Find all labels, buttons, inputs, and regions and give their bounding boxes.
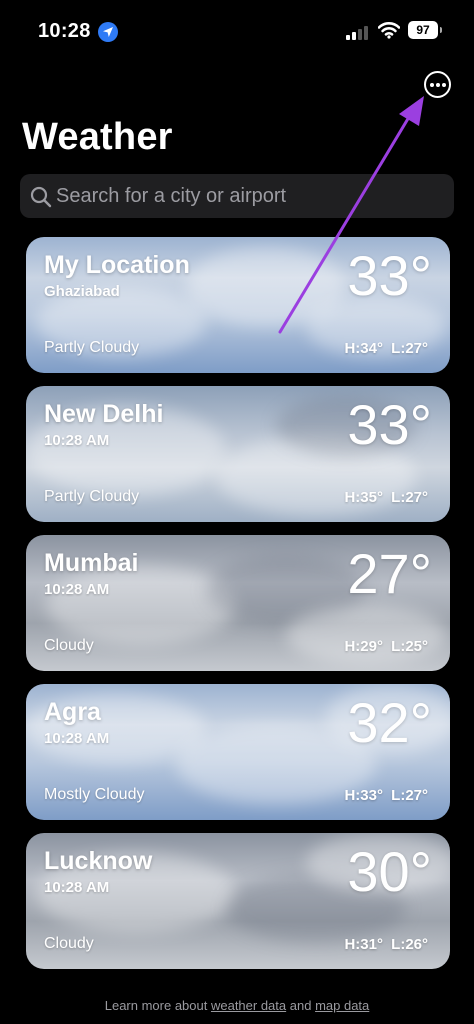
card-city-name: New Delhi: [44, 400, 164, 428]
card-high: H:34°: [344, 340, 383, 357]
card-temperature: 32°: [347, 691, 432, 754]
card-subtitle: 10:28 AM: [44, 879, 110, 896]
card-subtitle: 10:28 AM: [44, 730, 110, 747]
search-bar[interactable]: [20, 174, 454, 218]
card-high-low: H:35° L:27°: [344, 489, 428, 506]
status-time: 10:28: [38, 20, 91, 42]
card-low: L:27°: [391, 787, 428, 804]
search-input[interactable]: [56, 174, 446, 218]
wifi-icon: [378, 22, 400, 39]
location-card-agra[interactable]: Agra 10:28 AM 32° Mostly Cloudy H:33° L:…: [26, 684, 450, 820]
location-card-mumbai[interactable]: Mumbai 10:28 AM 27° Cloudy H:29° L:25°: [26, 535, 450, 671]
cellular-signal-icon: [346, 24, 372, 40]
card-city-name: Agra: [44, 698, 101, 726]
card-temperature: 33°: [347, 244, 432, 307]
card-condition: Cloudy: [44, 637, 94, 654]
card-condition: Mostly Cloudy: [44, 786, 145, 803]
location-card-new-delhi[interactable]: New Delhi 10:28 AM 33° Partly Cloudy H:3…: [26, 386, 450, 522]
footer-prefix: Learn more about: [104, 998, 211, 1013]
footer-text: Learn more about weather data and map da…: [0, 998, 474, 1013]
card-condition: Partly Cloudy: [44, 488, 140, 505]
location-card-my-location[interactable]: My Location Ghaziabad 33° Partly Cloudy …: [26, 237, 450, 373]
card-temperature: 30°: [347, 840, 432, 903]
card-high: H:31°: [344, 936, 383, 953]
card-city-name: Mumbai: [44, 549, 139, 577]
card-city-name: Lucknow: [44, 847, 153, 875]
card-high-low: H:34° L:27°: [344, 340, 428, 357]
card-high: H:33°: [344, 787, 383, 804]
card-temperature: 27°: [347, 542, 432, 605]
location-card-lucknow[interactable]: Lucknow 10:28 AM 30° Cloudy H:31° L:26°: [26, 833, 450, 969]
card-subtitle: 10:28 AM: [44, 432, 110, 449]
card-high-low: H:31° L:26°: [344, 936, 428, 953]
card-low: L:27°: [391, 340, 428, 357]
card-high-low: H:29° L:25°: [344, 638, 428, 655]
card-high-low: H:33° L:27°: [344, 787, 428, 804]
card-subtitle: 10:28 AM: [44, 581, 110, 598]
battery-nub: [440, 27, 442, 33]
page-title: Weather: [22, 116, 173, 158]
card-city-name: My Location: [44, 251, 190, 279]
search-icon: [30, 186, 52, 208]
map-data-link[interactable]: map data: [315, 998, 369, 1013]
card-low: L:25°: [391, 638, 428, 655]
card-temperature: 33°: [347, 393, 432, 456]
card-high: H:29°: [344, 638, 383, 655]
more-options-button[interactable]: [424, 71, 451, 98]
battery-icon: 97: [408, 21, 438, 39]
footer-middle: and: [286, 998, 316, 1013]
status-bar: 10:28 97: [0, 0, 474, 60]
weather-data-link[interactable]: weather data: [211, 998, 286, 1013]
card-high: H:35°: [344, 489, 383, 506]
card-low: L:26°: [391, 936, 428, 953]
card-subtitle: Ghaziabad: [44, 283, 120, 300]
location-arrow-icon: [98, 22, 118, 42]
card-condition: Partly Cloudy: [44, 339, 140, 356]
card-low: L:27°: [391, 489, 428, 506]
card-condition: Cloudy: [44, 935, 94, 952]
